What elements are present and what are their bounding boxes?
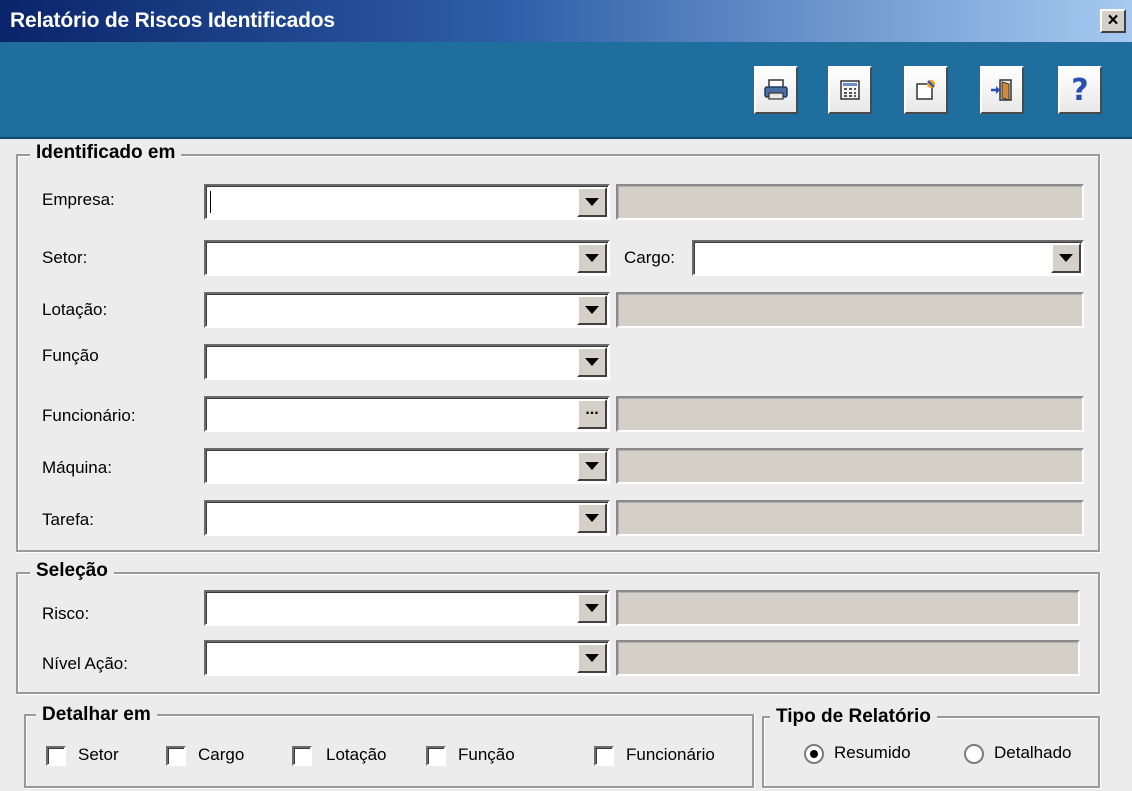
setor-combo[interactable] <box>204 240 610 276</box>
nivel-acao-combo[interactable] <box>204 640 610 676</box>
nivel-acao-description-field <box>616 640 1080 676</box>
funcao-dropdown-button[interactable] <box>577 347 607 377</box>
print-button[interactable] <box>754 66 798 114</box>
funcionario-description-field <box>616 396 1084 432</box>
detail-funcao-label: Função <box>458 745 515 764</box>
detail-funcionario-label: Funcionário <box>626 745 715 764</box>
empresa-description-field <box>616 184 1084 220</box>
edit-document-icon <box>916 80 935 100</box>
text-caret <box>210 191 211 213</box>
funcao-label: Função <box>42 346 99 365</box>
lotacao-label: Lotação: <box>42 300 108 319</box>
tarefa-dropdown-button[interactable] <box>577 503 607 533</box>
tarefa-description-field <box>616 500 1084 536</box>
detail-lotacao-checkbox[interactable] <box>292 746 312 766</box>
toolbar: ? <box>0 42 1132 139</box>
detail-cargo-checkbox[interactable] <box>166 746 186 766</box>
detail-setor-checkbox[interactable] <box>46 746 66 766</box>
chevron-down-icon <box>585 254 599 262</box>
maquina-dropdown-button[interactable] <box>577 451 607 481</box>
empresa-label: Empresa: <box>42 190 115 209</box>
chevron-down-icon <box>585 306 599 314</box>
tarefa-label: Tarefa: <box>42 510 94 529</box>
setor-label: Setor: <box>42 248 88 267</box>
detail-cargo-label: Cargo <box>198 745 245 764</box>
maquina-combo[interactable] <box>204 448 610 484</box>
risco-label: Risco: <box>42 604 90 623</box>
funcao-combo[interactable] <box>204 344 610 380</box>
detail-funcao-checkbox[interactable] <box>426 746 446 766</box>
edit-button[interactable] <box>904 66 948 114</box>
chevron-down-icon <box>585 358 599 366</box>
report-resumido-radio[interactable] <box>804 744 824 764</box>
risco-description-field <box>616 590 1080 626</box>
risco-dropdown-button[interactable] <box>577 593 607 623</box>
window-title: Relatório de Riscos Identificados <box>10 9 335 32</box>
lotacao-dropdown-button[interactable] <box>577 295 607 325</box>
cargo-combo[interactable] <box>692 240 1084 276</box>
lotacao-combo[interactable] <box>204 292 610 328</box>
detail-funcionario-checkbox[interactable] <box>594 746 614 766</box>
maquina-label: Máquina: <box>42 458 112 477</box>
selection-legend: Seleção <box>30 560 114 582</box>
detail-legend: Detalhar em <box>36 704 157 726</box>
detail-lotacao-label: Lotação <box>326 745 387 764</box>
exit-door-icon <box>991 79 1012 101</box>
chevron-down-icon <box>585 514 599 522</box>
close-button[interactable]: × <box>1100 9 1126 33</box>
cargo-label: Cargo: <box>624 248 676 267</box>
lotacao-description-field <box>616 292 1084 328</box>
chevron-down-icon <box>1059 254 1073 262</box>
chevron-down-icon <box>585 654 599 662</box>
chevron-down-icon <box>585 198 599 206</box>
help-icon: ? <box>1071 72 1089 108</box>
nivel-acao-dropdown-button[interactable] <box>577 643 607 673</box>
report-resumido-label: Resumido <box>834 743 911 762</box>
calculator-icon <box>840 80 860 100</box>
title-bar: Relatório de Riscos Identificados × <box>0 0 1132 42</box>
empresa-dropdown-button[interactable] <box>577 187 607 217</box>
printer-icon <box>764 79 788 100</box>
cargo-dropdown-button[interactable] <box>1051 243 1081 273</box>
maquina-description-field <box>616 448 1084 484</box>
report-detalhado-radio[interactable] <box>964 744 984 764</box>
calculator-button[interactable] <box>828 66 872 114</box>
help-button[interactable]: ? <box>1058 66 1102 114</box>
risco-combo[interactable] <box>204 590 610 626</box>
nivel-acao-label: Nível Ação: <box>42 654 128 673</box>
chevron-down-icon <box>585 604 599 612</box>
tarefa-combo[interactable] <box>204 500 610 536</box>
setor-dropdown-button[interactable] <box>577 243 607 273</box>
identified-in-legend: Identificado em <box>30 142 182 164</box>
chevron-down-icon <box>585 462 599 470</box>
exit-button[interactable] <box>980 66 1024 114</box>
detail-setor-label: Setor <box>78 745 119 764</box>
empresa-combo[interactable] <box>204 184 610 220</box>
funcionario-lookup-button[interactable]: ... <box>577 399 607 429</box>
report-type-legend: Tipo de Relatório <box>770 706 937 728</box>
funcionario-label: Funcionário: <box>42 406 136 425</box>
funcionario-field[interactable]: ... <box>204 396 610 432</box>
report-detalhado-label: Detalhado <box>994 743 1072 762</box>
